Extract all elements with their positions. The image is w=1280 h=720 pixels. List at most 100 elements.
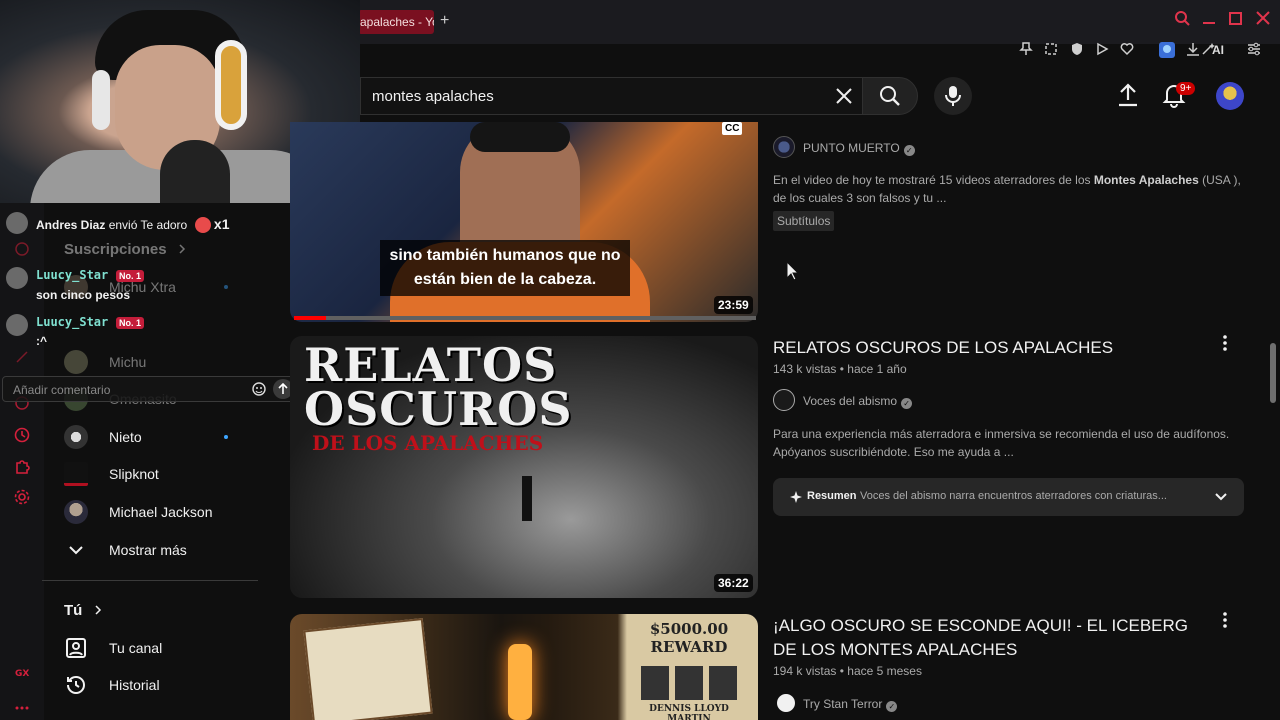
your-channel-link[interactable]: Tu canal bbox=[64, 636, 254, 660]
video-duration: 36:22 bbox=[714, 574, 753, 592]
subscription-label: Michael Jackson bbox=[109, 504, 213, 520]
close-icon bbox=[836, 88, 852, 104]
chevron-right-icon bbox=[94, 605, 101, 615]
poster-photo bbox=[641, 666, 669, 700]
kebab-icon bbox=[1223, 612, 1227, 628]
download-icon[interactable] bbox=[1185, 42, 1201, 58]
search-input[interactable] bbox=[372, 86, 812, 106]
show-more-label: Mostrar más bbox=[109, 542, 187, 558]
thumb-journal bbox=[303, 617, 433, 720]
more-actions-button[interactable] bbox=[1216, 611, 1234, 633]
history-link[interactable]: Historial bbox=[64, 673, 254, 697]
subscription-label: Nieto bbox=[109, 429, 142, 445]
summary-label: Resumen bbox=[807, 490, 857, 502]
new-content-dot bbox=[224, 435, 228, 439]
cc-badge[interactable]: CC bbox=[722, 122, 743, 135]
new-content-dot bbox=[224, 285, 228, 289]
snapshot-icon[interactable] bbox=[1043, 42, 1059, 58]
browser-tab[interactable]: apalaches - Yo bbox=[358, 10, 434, 34]
chat-message: :^ bbox=[36, 334, 48, 348]
channel-name-wrap: Try Stan Terror ✓ bbox=[803, 697, 898, 712]
channel-avatar bbox=[64, 350, 88, 374]
new-tab-button[interactable]: + bbox=[440, 12, 449, 30]
subscription-item[interactable]: Michu bbox=[64, 350, 254, 374]
subscriptions-heading[interactable]: Suscripciones bbox=[64, 241, 187, 258]
chat-avatar bbox=[6, 267, 28, 289]
search-button[interactable] bbox=[862, 77, 918, 115]
emoji-icon[interactable] bbox=[252, 382, 266, 396]
kebab-icon bbox=[1223, 335, 1227, 351]
more-actions-button[interactable] bbox=[1216, 334, 1234, 356]
chat-username: Luucy_Star bbox=[36, 268, 109, 282]
video-thumbnail[interactable]: $5000.00 REWARD DENNIS LLOYD MARTIN bbox=[290, 614, 758, 720]
video-meta: 194 k vistas • hace 5 meses bbox=[773, 664, 922, 678]
channel-avatar bbox=[64, 462, 88, 486]
thumb-figure bbox=[522, 476, 532, 521]
close-window-icon[interactable] bbox=[1256, 10, 1270, 31]
video-title[interactable]: RELATOS OSCUROS DE LOS APALACHES bbox=[773, 336, 1203, 360]
extension-avatar-icon[interactable] bbox=[1159, 42, 1175, 58]
chat-avatar bbox=[6, 314, 28, 336]
svg-text:GX: GX bbox=[15, 669, 29, 678]
messenger-icon[interactable] bbox=[14, 242, 30, 258]
meta-separator: • bbox=[839, 664, 844, 678]
pin-icon[interactable] bbox=[1018, 42, 1034, 58]
video-caption: sino también humanos que no están bien d… bbox=[380, 240, 630, 296]
percent-icon[interactable] bbox=[14, 350, 30, 366]
shield-icon[interactable] bbox=[1069, 42, 1085, 58]
view-count: 143 k vistas bbox=[773, 362, 837, 376]
poster-names: DENNIS LLOYD MARTIN bbox=[649, 704, 729, 720]
heart-icon[interactable] bbox=[1119, 42, 1135, 58]
maximize-icon[interactable] bbox=[1229, 10, 1243, 31]
settings-gear-icon[interactable] bbox=[14, 489, 30, 505]
subscription-item[interactable]: Nieto bbox=[64, 425, 254, 449]
ai-label[interactable]: AI bbox=[1212, 43, 1224, 57]
poster-photos bbox=[626, 666, 752, 700]
you-heading[interactable]: Tú bbox=[64, 602, 103, 619]
microphone-icon bbox=[945, 86, 961, 106]
summary-text: Voces del abismo narra encuentros aterra… bbox=[860, 490, 1167, 502]
video-thumbnail[interactable]: RELATOS OSCUROS DE LOS APALACHES bbox=[290, 336, 758, 598]
ai-summary[interactable]: Resumen Voces del abismo narra encuentro… bbox=[773, 478, 1244, 516]
account-box-icon bbox=[66, 638, 86, 658]
video-title[interactable]: ¡ALGO OSCURO SE ESCONDE AQUI! - EL ICEBE… bbox=[773, 614, 1203, 662]
show-more-button[interactable]: Mostrar más bbox=[64, 538, 254, 562]
gift-message: Andres Diaz envió Te adoro x1 bbox=[36, 216, 229, 233]
watch-progress-fill bbox=[294, 316, 327, 320]
more-dots-icon[interactable] bbox=[14, 698, 30, 714]
upload-age: hace 5 meses bbox=[847, 664, 922, 678]
description-highlight: Montes Apalaches bbox=[1093, 173, 1199, 187]
play-icon[interactable] bbox=[1094, 42, 1110, 58]
sidebar-divider bbox=[42, 580, 258, 581]
thumb-person-hair bbox=[470, 122, 570, 152]
clock-icon[interactable] bbox=[14, 427, 30, 443]
subscription-item[interactable]: Slipknot bbox=[64, 462, 254, 486]
subscription-item[interactable]: Michael Jackson bbox=[64, 500, 254, 524]
minimize-icon[interactable] bbox=[1202, 10, 1216, 31]
gift-sender: Andres Diaz bbox=[36, 218, 106, 232]
webcam-microphone bbox=[160, 140, 230, 203]
webcam-headphone-right bbox=[215, 40, 247, 130]
sparkle-icon bbox=[790, 491, 802, 503]
thumb-title-line: OSCUROS bbox=[304, 382, 573, 436]
rank-badge: No. 1 bbox=[116, 270, 145, 282]
search-tabs-icon[interactable] bbox=[1174, 10, 1190, 31]
rank-badge-text: No. 1 bbox=[119, 271, 142, 281]
video-meta: 143 k vistas • hace 1 año bbox=[773, 362, 907, 376]
comment-placeholder: Añadir comentario bbox=[13, 383, 111, 397]
video-duration: 23:59 bbox=[714, 296, 753, 314]
scrollbar-thumb[interactable] bbox=[1270, 343, 1276, 403]
gx-logo-icon[interactable]: GX bbox=[14, 666, 30, 682]
extensions-icon[interactable] bbox=[14, 458, 30, 474]
channel-name: Try Stan Terror bbox=[803, 697, 883, 711]
channel-avatar bbox=[64, 425, 88, 449]
account-avatar[interactable] bbox=[1216, 82, 1244, 110]
verified-icon: ✓ bbox=[901, 398, 913, 409]
comment-input[interactable]: Añadir comentario bbox=[2, 376, 298, 402]
channel-avatar bbox=[64, 500, 88, 524]
description-text: En el video de hoy te mostraré 15 videos… bbox=[773, 173, 1094, 187]
upload-button[interactable] bbox=[1116, 82, 1144, 110]
voice-search-button[interactable] bbox=[934, 77, 972, 115]
easy-setup-icon[interactable] bbox=[1246, 42, 1262, 58]
clear-search-button[interactable] bbox=[830, 82, 858, 110]
